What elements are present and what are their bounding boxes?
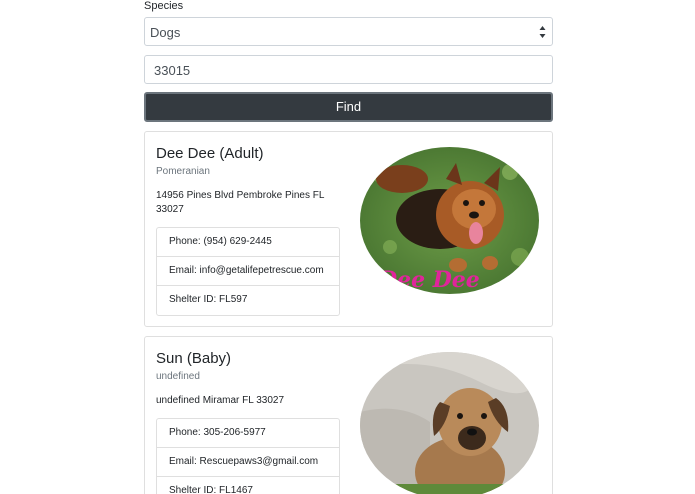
zip-code-input[interactable]: 33015 — [144, 55, 553, 84]
pet-card: Dee Dee (Adult) Pomeranian 14956 Pines B… — [144, 131, 553, 327]
species-select[interactable]: Dogs — [144, 17, 553, 46]
contact-list: Phone: 305-206-5977 Email: Rescuepaws3@g… — [156, 418, 340, 494]
photo-caption: Dee Dee — [377, 267, 480, 293]
contact-shelter-id: Shelter ID: FL1467 — [169, 485, 253, 494]
pet-breed: Pomeranian — [156, 166, 210, 177]
pet-name: Sun (Baby) — [156, 350, 232, 367]
find-button[interactable]: Find — [144, 92, 553, 122]
contact-shelter-id: Shelter ID: FL597 — [169, 294, 248, 305]
species-select-value: Dogs — [150, 25, 181, 40]
contact-email: Email: info@getalifepetrescue.com — [157, 257, 339, 286]
pet-address: 14956 Pines Blvd Pembroke Pines FL 33027 — [156, 190, 325, 215]
pet-address: undefined Miramar FL 33027 — [156, 395, 285, 406]
pet-photo: Dee Dee — [360, 147, 539, 294]
contact-phone: Phone: (954) 629-2445 — [157, 228, 339, 257]
pet-photo — [360, 352, 539, 494]
zip-code-value: 33015 — [154, 63, 191, 78]
pet-card: Sun (Baby) undefined undefined Miramar F… — [144, 336, 553, 494]
pet-breed: undefined — [156, 371, 200, 382]
contact-list: Phone: (954) 629-2445 Email: info@getali… — [156, 227, 340, 316]
chevron-up-down-icon — [539, 26, 546, 38]
contact-email: Email: Rescuepaws3@gmail.com — [157, 448, 339, 477]
species-label: Species — [144, 0, 184, 12]
pet-name: Dee Dee (Adult) — [156, 145, 264, 162]
contact-phone: Phone: 305-206-5977 — [157, 419, 339, 448]
